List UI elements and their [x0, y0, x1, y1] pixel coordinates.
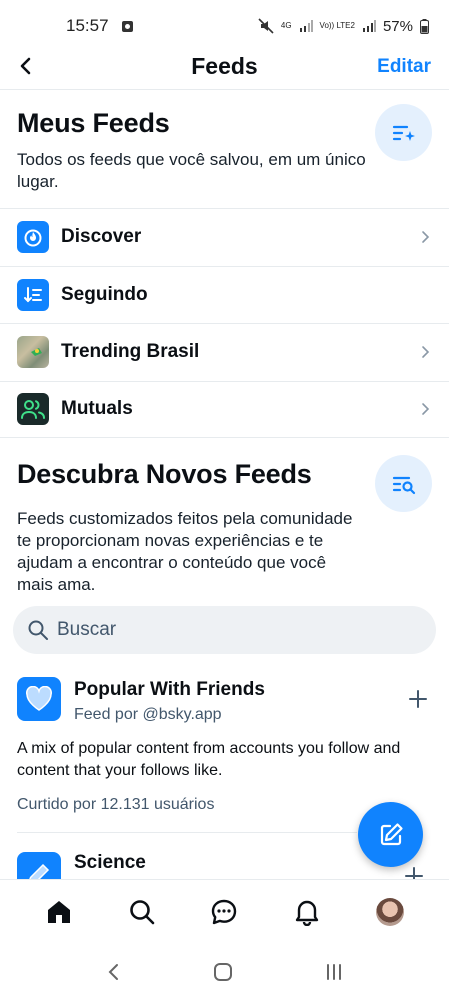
mutuals-people-icon: [17, 393, 49, 426]
discover-description: Feeds customizados feitos pela comunidad…: [17, 509, 353, 594]
edit-feeds-button[interactable]: [375, 104, 432, 161]
signal-icon: [299, 20, 313, 32]
heart-icon: [26, 686, 52, 711]
chevron-right-icon: [422, 231, 430, 244]
system-back-icon[interactable]: [104, 962, 124, 982]
discover-feeds-button[interactable]: [375, 455, 432, 512]
nav-search[interactable]: [125, 895, 159, 929]
add-feed-plus-icon[interactable]: [404, 866, 424, 879]
page-title: Feeds: [191, 53, 258, 79]
feed-card-title: Popular With Friends: [74, 679, 265, 700]
bluesky-discover-icon: [17, 221, 49, 254]
bottom-nav: [0, 879, 449, 943]
my-feeds-list: Discover Seguindo Trending Brasil Mutual…: [0, 208, 449, 438]
feed-card-title: Science: [74, 852, 146, 873]
bell-icon: [295, 900, 319, 926]
science-feed-avatar: [17, 852, 61, 879]
home-icon: [48, 900, 71, 923]
search-icon: [28, 620, 48, 640]
feed-label: Seguindo: [61, 283, 148, 305]
mute-icon: [258, 18, 274, 34]
heart-feed-avatar: [17, 677, 61, 721]
sort-sparkle-icon: [392, 125, 415, 141]
following-sort-icon: [17, 278, 49, 311]
my-feeds-description: Todos os feeds que você salvou, em um ún…: [17, 150, 366, 191]
list-search-icon: [392, 476, 415, 494]
volte-indicator: Vo)) LTE2: [319, 21, 355, 30]
system-home-icon[interactable]: [212, 961, 234, 983]
feed-label: Discover: [61, 226, 142, 248]
nav-profile[interactable]: [373, 895, 407, 929]
back-arrow-icon[interactable]: [14, 54, 38, 78]
nav-chat[interactable]: [207, 895, 241, 929]
signal-icon-2: [362, 20, 376, 32]
edit-button[interactable]: Editar: [377, 56, 431, 78]
chat-bubble-icon: [212, 899, 237, 924]
chevron-right-icon: [422, 346, 430, 359]
feed-row-trending-brasil[interactable]: Trending Brasil: [0, 323, 449, 381]
avatar: [375, 897, 404, 926]
trending-brasil-thumbnail: [17, 336, 49, 369]
nav-home[interactable]: [42, 895, 76, 929]
suggested-feed-card[interactable]: Popular With Friends Feed por @bsky.app …: [0, 677, 449, 814]
compose-pen-icon: [380, 822, 403, 845]
feed-row-discover[interactable]: Discover: [0, 208, 449, 266]
system-nav-bar: [0, 943, 449, 1000]
test-tube-icon: [29, 863, 50, 879]
nav-notifications[interactable]: [290, 895, 324, 929]
battery-percent: 57%: [382, 17, 413, 35]
feed-label: Trending Brasil: [61, 341, 200, 363]
my-feeds-title: Meus Feeds: [17, 108, 170, 138]
add-feed-plus-icon[interactable]: [408, 689, 428, 709]
chevron-right-icon: [422, 403, 430, 416]
feed-card-author: Feed por @bsky.app: [74, 706, 222, 723]
feed-label: Mutuals: [61, 398, 133, 420]
feed-row-mutuals[interactable]: Mutuals: [0, 380, 449, 438]
feed-row-seguindo[interactable]: Seguindo: [0, 265, 449, 324]
app-notification-icon: [121, 20, 133, 32]
status-time: 15:57: [66, 16, 109, 35]
system-recents-icon[interactable]: [323, 962, 345, 982]
divider: [17, 832, 357, 833]
feed-card-description: A mix of popular content from accounts y…: [17, 740, 401, 779]
discover-title: Descubra Novos Feeds: [17, 459, 312, 489]
top-bar: Feeds Editar: [0, 44, 449, 90]
search-bar[interactable]: [13, 606, 436, 654]
compose-button[interactable]: [358, 802, 423, 867]
battery-icon: [420, 18, 429, 34]
search-icon: [130, 899, 155, 924]
network-type: 4G: [280, 21, 292, 30]
search-input[interactable]: [57, 619, 397, 641]
